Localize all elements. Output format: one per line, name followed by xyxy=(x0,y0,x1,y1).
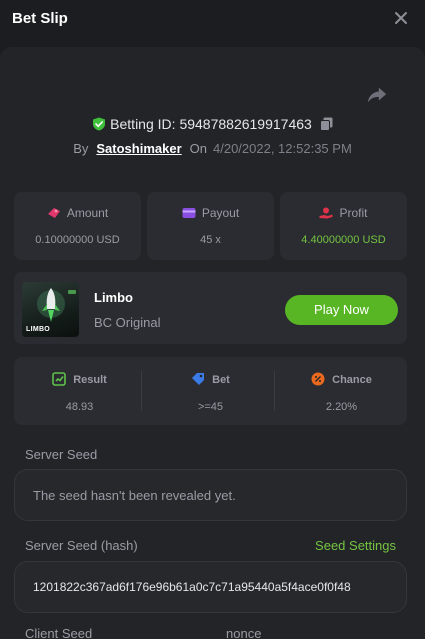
bet-label: Bet xyxy=(212,374,230,386)
amount-label: Amount xyxy=(66,206,109,220)
bet-label-row: Bet xyxy=(145,372,276,386)
game-name: Limbo xyxy=(94,290,133,305)
game-thumbnail[interactable]: LIMBO xyxy=(22,282,79,337)
server-seed-hash-field[interactable]: 1201822c367ad6f176e96b61a0c7c71a95440a5f… xyxy=(14,561,407,613)
chance-label-row: Chance xyxy=(276,372,407,386)
profit-label-row: Profit xyxy=(280,206,407,220)
tag-icon xyxy=(192,373,205,385)
game-card: LIMBO Limbo BC Original Play Now xyxy=(14,272,407,344)
server-seed-hash-value: 1201822c367ad6f176e96b61a0c7c71a95440a5f… xyxy=(33,580,351,594)
amount-value: 0.10000000 USD xyxy=(35,234,120,246)
author-row: By Satoshimaker On 4/20/2022, 12:52:35 PM xyxy=(0,141,425,156)
game-subtitle: BC Original xyxy=(94,315,161,330)
play-now-button[interactable]: Play Now xyxy=(285,295,398,325)
betting-id-value: 59487882619917463 xyxy=(179,116,312,132)
header-bar: Bet Slip xyxy=(0,0,425,40)
bet-value: >=45 xyxy=(197,401,224,413)
server-seed-field: The seed hasn't been revealed yet. xyxy=(14,469,407,521)
divider xyxy=(141,371,142,411)
profit-card: Profit 4.40000000 USD xyxy=(280,192,407,260)
payout-value: 45 x xyxy=(200,234,221,246)
betting-id-row: Betting ID: 59487882619917463 xyxy=(0,116,425,132)
client-seed-label: Client Seed xyxy=(25,626,93,639)
bet-cell: Bet >=45 xyxy=(145,357,276,425)
betting-id-label: Betting ID: xyxy=(110,116,176,132)
close-icon[interactable] xyxy=(391,8,411,28)
percent-icon xyxy=(311,372,325,386)
shield-check-icon xyxy=(93,117,106,131)
payout-label: Payout xyxy=(201,206,240,220)
result-value: 48.93 xyxy=(65,401,94,413)
page-title: Bet Slip xyxy=(12,10,68,27)
chance-value: 2.20% xyxy=(325,401,358,413)
username-link[interactable]: Satoshimaker xyxy=(96,141,181,156)
hand-coin-icon xyxy=(319,207,333,219)
chance-cell: Chance 2.20% xyxy=(276,357,407,425)
result-bet-chance-card: Result 48.93 Bet >=45 Chance 2.20% xyxy=(14,357,407,425)
result-label-row: Result xyxy=(14,372,145,386)
payout-label-row: Payout xyxy=(147,206,274,220)
nonce-label: nonce xyxy=(226,626,262,639)
wallet-icon xyxy=(182,208,196,218)
seed-settings-link[interactable]: Seed Settings xyxy=(315,538,396,553)
server-seed-label: Server Seed xyxy=(25,447,98,462)
server-seed-value: The seed hasn't been revealed yet. xyxy=(33,488,236,503)
on-label: On xyxy=(189,141,207,156)
result-label: Result xyxy=(73,374,107,386)
by-label: By xyxy=(73,141,89,156)
amount-label-row: Amount xyxy=(14,206,141,220)
result-cell: Result 48.93 xyxy=(14,357,145,425)
payout-card: Payout 45 x xyxy=(147,192,274,260)
share-icon[interactable] xyxy=(366,84,388,106)
coins-icon xyxy=(47,208,60,218)
divider xyxy=(274,371,275,411)
game-thumbnail-text: LIMBO xyxy=(26,326,51,333)
chart-check-icon xyxy=(52,372,66,386)
amount-card: Amount 0.10000000 USD xyxy=(14,192,141,260)
profit-value: 4.40000000 USD xyxy=(301,234,386,246)
server-seed-hash-label: Server Seed (hash) xyxy=(25,538,138,553)
chance-label: Chance xyxy=(332,374,372,386)
bet-datetime: 4/20/2022, 12:52:35 PM xyxy=(213,141,352,156)
profit-label: Profit xyxy=(339,206,368,220)
copy-icon[interactable] xyxy=(319,117,333,131)
